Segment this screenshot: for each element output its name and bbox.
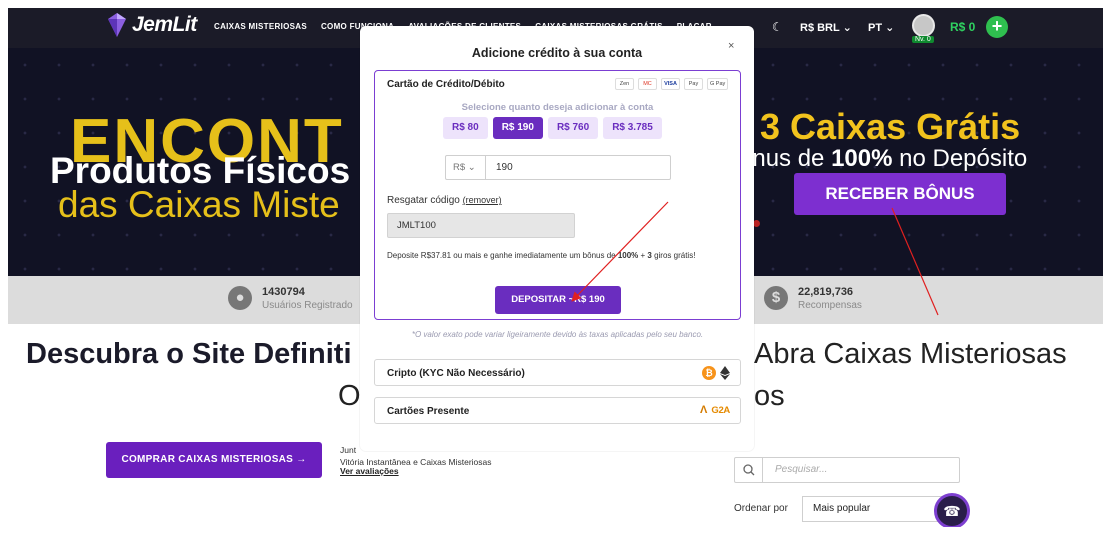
- annotation-line-from-bonus: [891, 207, 939, 316]
- browser-viewport: JemLit CAIXAS MISTERIOSAS COMO FUNCIONA …: [8, 8, 1103, 527]
- annotation-arrows: [571, 201, 939, 316]
- annotation-arrow-to-deposit: [571, 201, 669, 302]
